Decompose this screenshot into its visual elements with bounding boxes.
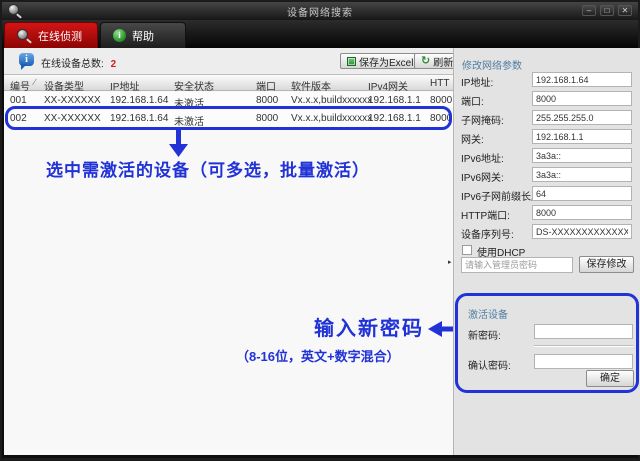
field-label-ipv6: IPv6地址: xyxy=(461,154,504,165)
dhcp-checkbox[interactable] xyxy=(462,245,472,255)
table-row[interactable]: 001 XX-XXXXXX 192.168.1.64 未激活 8000 Vx.x… xyxy=(4,92,453,110)
cell-device-type: XX-XXXXXX xyxy=(44,95,101,106)
http-port-field[interactable] xyxy=(532,205,632,220)
cell-port: 8000 xyxy=(256,95,279,106)
field-label-subnet: 子网掩码: xyxy=(461,116,504,127)
activate-panel-title: 激活设备 xyxy=(468,310,508,321)
field-label-gateway: 网关: xyxy=(461,135,484,146)
network-panel-title: 修改网络参数 xyxy=(462,61,522,72)
window-controls: – □ ✕ xyxy=(582,5,632,16)
cell-ipv4-gateway: 192.168.1.1 xyxy=(368,95,421,106)
tab-online-detect-label: 在线侦测 xyxy=(38,30,82,43)
save-excel-label: 保存为Excel xyxy=(359,57,414,69)
magnifier-handle-icon xyxy=(16,13,22,19)
main-area: i 在线设备总数: 2 保存为Excel ↻ 刷新 编号 ∕ 设备类型 IP地址… xyxy=(4,48,640,455)
header-device-type[interactable]: 设备类型 xyxy=(44,78,84,93)
field-label-serial: 设备序列号: xyxy=(461,230,514,241)
magnifier-handle-icon xyxy=(26,37,32,44)
save-changes-button[interactable]: 保存修改 xyxy=(579,256,634,273)
search-icon xyxy=(17,28,32,44)
cell-ipv4-gateway: 192.168.1.1 xyxy=(368,113,421,124)
annotation-select-devices: 选中需激活的设备（可多选，批量激活） xyxy=(46,161,370,180)
cell-http: 8000 xyxy=(430,113,453,124)
device-list-background xyxy=(4,74,453,455)
window-title: 设备网络搜索 xyxy=(287,7,353,19)
field-label-port: 端口: xyxy=(461,97,484,108)
header-ip[interactable]: IP地址 xyxy=(110,78,139,93)
field-label-ipv6-gateway: IPv6网关: xyxy=(461,173,504,184)
cell-id: 002 xyxy=(10,113,27,124)
subnet-mask-field[interactable] xyxy=(532,110,632,125)
cell-version: Vx.x.x,buildxxxxxx xyxy=(291,95,373,106)
network-params-panel: 修改网络参数 IP地址: 端口: 子网掩码: 网关: IPv6地址: IPv6网… xyxy=(455,48,640,455)
cell-version: Vx.x.x,buildxxxxxx xyxy=(291,113,373,124)
header-id[interactable]: 编号 xyxy=(10,78,30,93)
cell-security: 未激活 xyxy=(174,117,204,128)
header-http[interactable]: HTT xyxy=(430,78,449,89)
ip-address-field[interactable] xyxy=(532,72,632,87)
info-bubble-icon: i xyxy=(19,53,34,70)
new-password-label: 新密码: xyxy=(468,331,501,342)
close-button[interactable]: ✕ xyxy=(618,5,632,16)
online-device-count: 在线设备总数: 2 xyxy=(41,55,116,70)
splitter-arrow-icon[interactable]: ▸ xyxy=(448,258,452,266)
annotation-enter-password: 输入新密码 xyxy=(314,318,424,340)
ipv6-gateway-field[interactable] xyxy=(532,167,632,182)
admin-password-input[interactable] xyxy=(461,257,573,273)
gateway-field[interactable] xyxy=(532,129,632,144)
cell-device-type: XX-XXXXXX xyxy=(44,113,101,124)
port-field[interactable] xyxy=(532,91,632,106)
refresh-label: 刷新 xyxy=(433,57,454,69)
serial-number-field[interactable] xyxy=(532,224,632,239)
tab-help-label: 帮助 xyxy=(132,30,154,43)
online-device-count-value: 2 xyxy=(110,59,117,70)
header-port[interactable]: 端口 xyxy=(256,78,276,93)
help-info-icon: i xyxy=(113,29,126,42)
field-label-http-port: HTTP端口: xyxy=(461,211,510,222)
cell-security: 未激活 xyxy=(174,99,204,110)
confirm-password-label: 确认密码: xyxy=(468,361,511,372)
cell-ip: 192.168.1.64 xyxy=(110,113,169,124)
activate-device-panel: 激活设备 新密码: 确认密码: 确定 xyxy=(455,293,639,393)
device-table-header: 编号 ∕ 设备类型 IP地址 安全状态 端口 软件版本 IPv4网关 HTT xyxy=(4,74,453,93)
ok-button[interactable]: 确定 xyxy=(586,370,634,387)
refresh-icon: ↻ xyxy=(421,55,431,67)
field-label-ip: IP地址: xyxy=(461,78,494,89)
confirm-password-input[interactable] xyxy=(534,354,633,369)
app-window: 设备网络搜索 – □ ✕ 在线侦测 i 帮助 i 在线设备总数: 2 保存为Ex… xyxy=(0,0,640,461)
app-search-icon xyxy=(8,4,22,19)
table-row-selected[interactable]: 002 XX-XXXXXX 192.168.1.64 未激活 8000 Vx.x… xyxy=(4,110,453,128)
tab-bar: 在线侦测 i 帮助 xyxy=(2,20,638,48)
header-security[interactable]: 安全状态 xyxy=(174,78,214,93)
new-password-input[interactable] xyxy=(534,324,633,339)
online-device-count-label: 在线设备总数: xyxy=(41,59,104,70)
tab-online-detect[interactable]: 在线侦测 xyxy=(4,22,98,48)
field-divider xyxy=(534,345,633,346)
save-excel-button[interactable]: 保存为Excel xyxy=(340,53,421,69)
sort-icon: ∕ xyxy=(34,77,36,87)
header-version[interactable]: 软件版本 xyxy=(291,78,331,93)
minimize-button[interactable]: – xyxy=(582,5,596,16)
cell-id: 001 xyxy=(10,95,27,106)
titlebar: 设备网络搜索 – □ ✕ xyxy=(2,2,638,20)
ipv6-prefix-field[interactable] xyxy=(532,186,632,201)
cell-http: 8000 xyxy=(430,95,453,106)
cell-ip: 192.168.1.64 xyxy=(110,95,169,106)
cell-port: 8000 xyxy=(256,113,279,124)
ipv6-address-field[interactable] xyxy=(532,148,632,163)
annotation-password-rule: （8-16位，英文+数字混合） xyxy=(236,349,400,364)
tab-help[interactable]: i 帮助 xyxy=(100,22,186,48)
excel-icon xyxy=(347,56,356,66)
header-ipv4-gateway[interactable]: IPv4网关 xyxy=(368,78,408,93)
maximize-button[interactable]: □ xyxy=(600,5,614,16)
